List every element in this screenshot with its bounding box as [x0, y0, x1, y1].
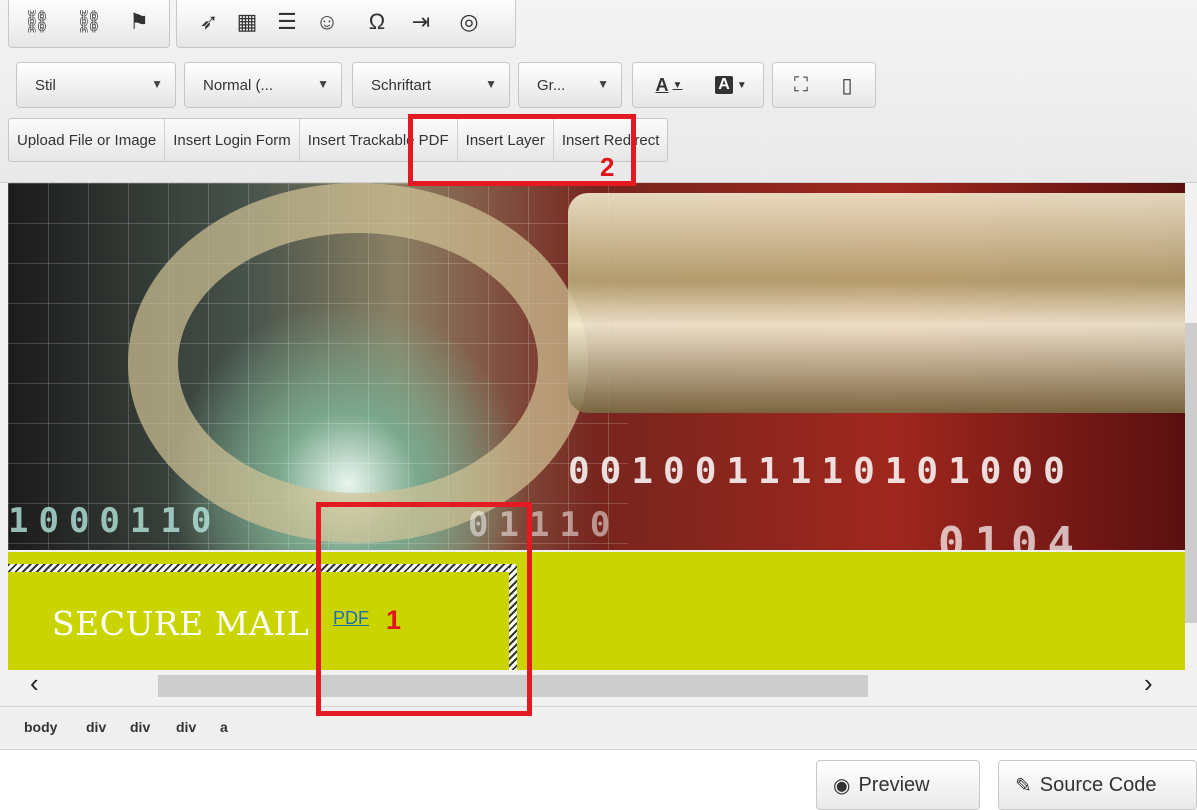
anchor-flag-icon[interactable]: ⚑: [119, 0, 159, 47]
format-select[interactable]: Normal (... ▼: [184, 62, 342, 108]
smiley-icon[interactable]: ☺: [307, 0, 347, 47]
page-break-icon[interactable]: ⇥: [401, 0, 441, 47]
size-select[interactable]: Gr... ▼: [518, 62, 622, 108]
style-select-label: Stil: [35, 76, 56, 94]
path-item-a[interactable]: a: [220, 719, 228, 735]
key-head-decoration: [128, 183, 588, 543]
link-icon[interactable]: ⛓: [17, 0, 57, 47]
preview-button-label: Preview: [858, 773, 930, 796]
toolbar-group-insert: ➶ ▦ ☰ ☺ Ω ⇥ ◎: [176, 0, 516, 48]
toolbar-group-view: ⛶ ▯: [772, 62, 876, 108]
eye-icon: ◉: [833, 774, 851, 797]
unlink-icon[interactable]: ⛓: [69, 0, 109, 47]
path-item-div[interactable]: div: [176, 719, 196, 735]
binary-text-row: 0010011110101000: [568, 451, 1075, 492]
show-blocks-icon[interactable]: ▯: [827, 63, 867, 107]
chevron-down-icon: ▼: [672, 79, 683, 91]
header-image: 0010011110101000 1000110 01110 0104: [8, 183, 1185, 550]
globe-icon[interactable]: ◎: [449, 0, 489, 47]
toolbar-group-links: ⛓ ⛓ ⚑: [8, 0, 170, 48]
insert-login-form-button[interactable]: Insert Login Form: [165, 119, 300, 161]
table-icon[interactable]: ▦: [227, 0, 267, 47]
flash-icon[interactable]: ➶: [189, 0, 229, 47]
source-code-button-label: Source Code: [1039, 773, 1157, 796]
binary-text-row: 1000110: [8, 501, 222, 541]
font-select[interactable]: Schriftart ▼: [352, 62, 510, 108]
scroll-right-icon[interactable]: ›: [1144, 668, 1153, 699]
vertical-scrollbar-thumb[interactable]: [1185, 323, 1197, 623]
background-color-button[interactable]: A ▼: [703, 63, 759, 107]
editor: ⛓ ⛓ ⚑ ➶ ▦ ☰ ☺ Ω ⇥ ◎ Stil ▼ Normal (... ▼…: [0, 0, 1197, 750]
chevron-down-icon: ▼: [317, 77, 329, 91]
annotation-number-2: 2: [600, 152, 615, 182]
font-select-label: Schriftart: [371, 76, 432, 94]
background-color-icon: A: [715, 76, 733, 94]
chevron-down-icon: ▼: [597, 77, 609, 91]
upload-file-button[interactable]: Upload File or Image: [9, 119, 166, 161]
size-select-label: Gr...: [537, 76, 566, 94]
horizontal-scrollbar[interactable]: ‹ ›: [8, 668, 1185, 702]
binary-text-row: 0104: [938, 518, 1084, 550]
key-shaft-decoration: [568, 193, 1185, 413]
scroll-left-icon[interactable]: ‹: [30, 668, 39, 699]
chevron-down-icon: ▼: [485, 77, 497, 91]
path-item-div[interactable]: div: [86, 719, 106, 735]
chevron-down-icon: ▼: [736, 79, 747, 91]
text-color-icon: A: [655, 74, 669, 95]
omega-icon[interactable]: Ω: [357, 0, 397, 47]
edit-icon: ✎: [1015, 774, 1032, 797]
toolbar-group-colors: A ▼ A ▼: [632, 62, 764, 108]
maximize-icon[interactable]: ⛶: [781, 63, 821, 107]
text-color-button[interactable]: A ▼: [641, 63, 697, 107]
annotation-number-1: 1: [386, 605, 402, 635]
preview-button[interactable]: ◉ Preview: [816, 760, 980, 810]
vertical-scrollbar[interactable]: [1185, 183, 1197, 703]
banner-title: SECURE MAIL: [52, 604, 310, 643]
path-item-body[interactable]: body: [24, 719, 57, 735]
path-item-div[interactable]: div: [130, 719, 150, 735]
element-path-bar: body div div div a: [0, 706, 1197, 750]
horizontal-rule-icon[interactable]: ☰: [267, 0, 307, 47]
chevron-down-icon: ▼: [151, 77, 163, 91]
source-code-button[interactable]: ✎ Source Code: [998, 760, 1197, 810]
annotation-box-pdf-link: [316, 502, 532, 716]
style-select[interactable]: Stil ▼: [16, 62, 176, 108]
format-select-label: Normal (...: [203, 76, 274, 94]
